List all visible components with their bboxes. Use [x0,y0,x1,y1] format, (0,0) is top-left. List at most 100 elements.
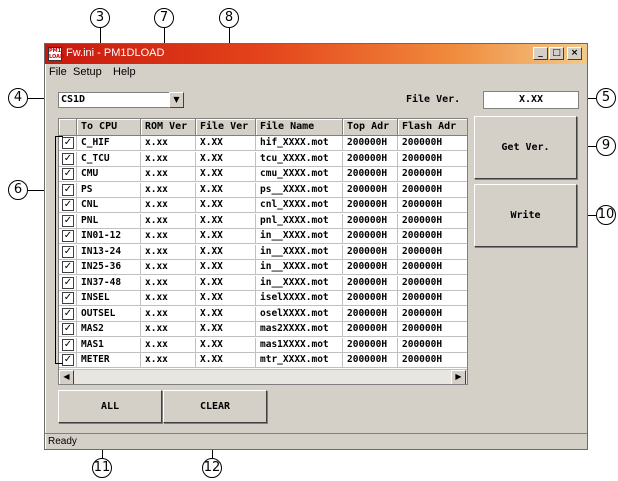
cell-file-ver: X.XX [196,260,256,275]
menu-setup[interactable]: Setup [73,66,102,78]
cell-top-adr: 200000H [343,306,398,322]
row-checkbox[interactable]: ✓ [62,323,74,335]
cell-file-name: hif_XXXX.mot [256,136,343,151]
cell-to-cpu: CNL [77,198,141,213]
cell-to-cpu: PS [77,182,141,198]
row-checkbox[interactable]: ✓ [62,183,74,196]
close-button[interactable]: × [567,47,582,60]
cell-file-name: in__XXXX.mot [256,229,343,244]
scroll-left-icon[interactable]: ◀ [59,370,74,384]
cell-file-ver: X.XX [196,353,256,368]
table-row[interactable]: ✓ IN01-12 x.xx X.XX in__XXXX.mot 200000H 20000… [59,229,467,244]
row-checkbox[interactable]: ✓ [62,276,74,289]
cell-file-ver: X.XX [196,213,256,229]
row-checkbox[interactable]: ✓ [62,199,74,211]
cell-top-adr: 200000H [343,182,398,198]
scroll-right-icon[interactable]: ▶ [451,370,466,384]
cell-to-cpu: INSEL [77,291,141,306]
cell-flash-adr: 200000H [398,136,467,151]
row-checkbox[interactable]: ✓ [62,292,74,304]
cell-flash-adr: 200000H [398,276,467,291]
cell-to-cpu: PNL [77,213,141,229]
cell-file-name: in__XXXX.mot [256,244,343,260]
get-ver-button[interactable]: Get Ver. [474,116,577,179]
table-row[interactable]: ✓ MAS1 x.xx X.XX mas1XXXX.mot 200000H 200000H [59,337,467,353]
cell-rom-ver: x.xx [141,136,196,151]
cell-to-cpu: IN25-36 [77,260,141,275]
cell-rom-ver: x.xx [141,306,196,322]
row-checkbox[interactable]: ✓ [62,245,74,258]
callout-8: 8 [219,8,239,28]
table-row[interactable]: ✓ MAS2 x.xx X.XX mas2XXXX.mot 200000H 200000H [59,322,467,337]
maximize-button[interactable]: □ [549,47,564,60]
callout-5: 5 [596,88,616,108]
checkbox-bracket [55,136,63,364]
cell-top-adr: 200000H [343,275,398,291]
row-checkbox[interactable]: ✓ [62,354,74,366]
header-to-cpu[interactable]: To CPU [77,119,141,136]
horizontal-scrollbar[interactable]: ◀ ▶ [59,369,467,384]
row-checkbox[interactable]: ✓ [62,152,74,165]
cell-file-name: mtr_XXXX.mot [256,353,343,368]
cell-top-adr: 200000H [343,353,398,368]
cell-flash-adr: 200000H [398,245,467,260]
minimize-button[interactable]: _ [533,47,548,60]
cell-flash-adr: 200000H [398,167,467,182]
cell-file-name: cnl_XXXX.mot [256,198,343,213]
cell-file-ver: X.XX [196,198,256,213]
device-select[interactable]: CS1D [58,92,183,108]
header-flash-adr[interactable]: Flash Adr [398,119,467,136]
header-rom-ver[interactable]: ROM Ver [141,119,196,136]
table-row[interactable]: ✓ C_TCU x.xx X.XX tcu_XXXX.mot 200000H 200000H [59,151,467,167]
window-title: Fw.ini - PM1DLOAD [66,47,165,59]
chevron-down-icon[interactable]: ▼ [169,92,184,108]
cell-file-name: in__XXXX.mot [256,275,343,291]
table-row[interactable]: ✓ CNL x.xx X.XX cnl_XXXX.mot 200000H 200000H [59,198,467,213]
cell-file-ver: X.XX [196,229,256,244]
cell-flash-adr: 200000H [398,338,467,353]
table-row[interactable]: ✓ PS x.xx X.XX ps__XXXX.mot 200000H 200000H [59,182,467,198]
table-row[interactable]: ✓ OUTSEL x.xx X.XX oselXXXX.mot 200000H 200000… [59,306,467,322]
table-row[interactable]: ✓ IN13-24 x.xx X.XX in__XXXX.mot 200000H 20000… [59,244,467,260]
status-bar: Ready [45,433,587,449]
callout-6: 6 [8,180,28,200]
table-row[interactable]: ✓ CMU x.xx X.XX cmu_XXXX.mot 200000H 200000H [59,167,467,182]
cell-file-ver: X.XX [196,182,256,198]
cell-rom-ver: x.xx [141,353,196,368]
header-file-ver[interactable]: File Ver [196,119,256,136]
cell-top-adr: 200000H [343,337,398,353]
clear-button[interactable]: CLEAR [163,390,267,423]
cell-file-name: pnl_XXXX.mot [256,213,343,229]
menu-file[interactable]: File [49,66,67,78]
table-row[interactable]: ✓ METER x.xx X.XX mtr_XXXX.mot 200000H 200000H [59,353,467,368]
table-row[interactable]: ✓ INSEL x.xx X.XX iselXXXX.mot 200000H 200000H [59,291,467,306]
title-bar[interactable]: PM1 LOAD Fw.ini - PM1DLOAD _ □ × [45,44,587,64]
cell-rom-ver: x.xx [141,198,196,213]
cell-top-adr: 200000H [343,198,398,213]
callout-10: 10 [596,205,616,225]
callout-11: 11 [92,458,112,478]
row-checkbox[interactable]: ✓ [62,214,74,227]
header-file-name[interactable]: File Name [256,119,343,136]
cell-to-cpu: CMU [77,167,141,182]
all-button[interactable]: ALL [58,390,162,423]
row-checkbox[interactable]: ✓ [62,168,74,180]
file-ver-value: X.XX [483,91,579,109]
cell-rom-ver: x.xx [141,322,196,337]
row-checkbox[interactable]: ✓ [62,137,74,149]
row-checkbox[interactable]: ✓ [62,230,74,242]
menu-help[interactable]: Help [113,66,136,78]
app-window: PM1 LOAD Fw.ini - PM1DLOAD _ □ × File Se… [44,43,588,450]
table-row[interactable]: ✓ C_HIF x.xx X.XX hif_XXXX.mot 200000H 200000H [59,136,467,151]
cell-to-cpu: OUTSEL [77,306,141,322]
cell-file-name: tcu_XXXX.mot [256,151,343,167]
write-button[interactable]: Write [474,184,577,247]
table-row[interactable]: ✓ PNL x.xx X.XX pnl_XXXX.mot 200000H 200000H [59,213,467,229]
row-checkbox[interactable]: ✓ [62,307,74,320]
row-checkbox[interactable]: ✓ [62,261,74,273]
table-row[interactable]: ✓ IN37-48 x.xx X.XX in__XXXX.mot 200000H 20000… [59,275,467,291]
header-top-adr[interactable]: Top Adr [343,119,398,136]
table-row[interactable]: ✓ IN25-36 x.xx X.XX in__XXXX.mot 200000H 20000… [59,260,467,275]
cell-flash-adr: 200000H [398,198,467,213]
row-checkbox[interactable]: ✓ [62,338,74,351]
